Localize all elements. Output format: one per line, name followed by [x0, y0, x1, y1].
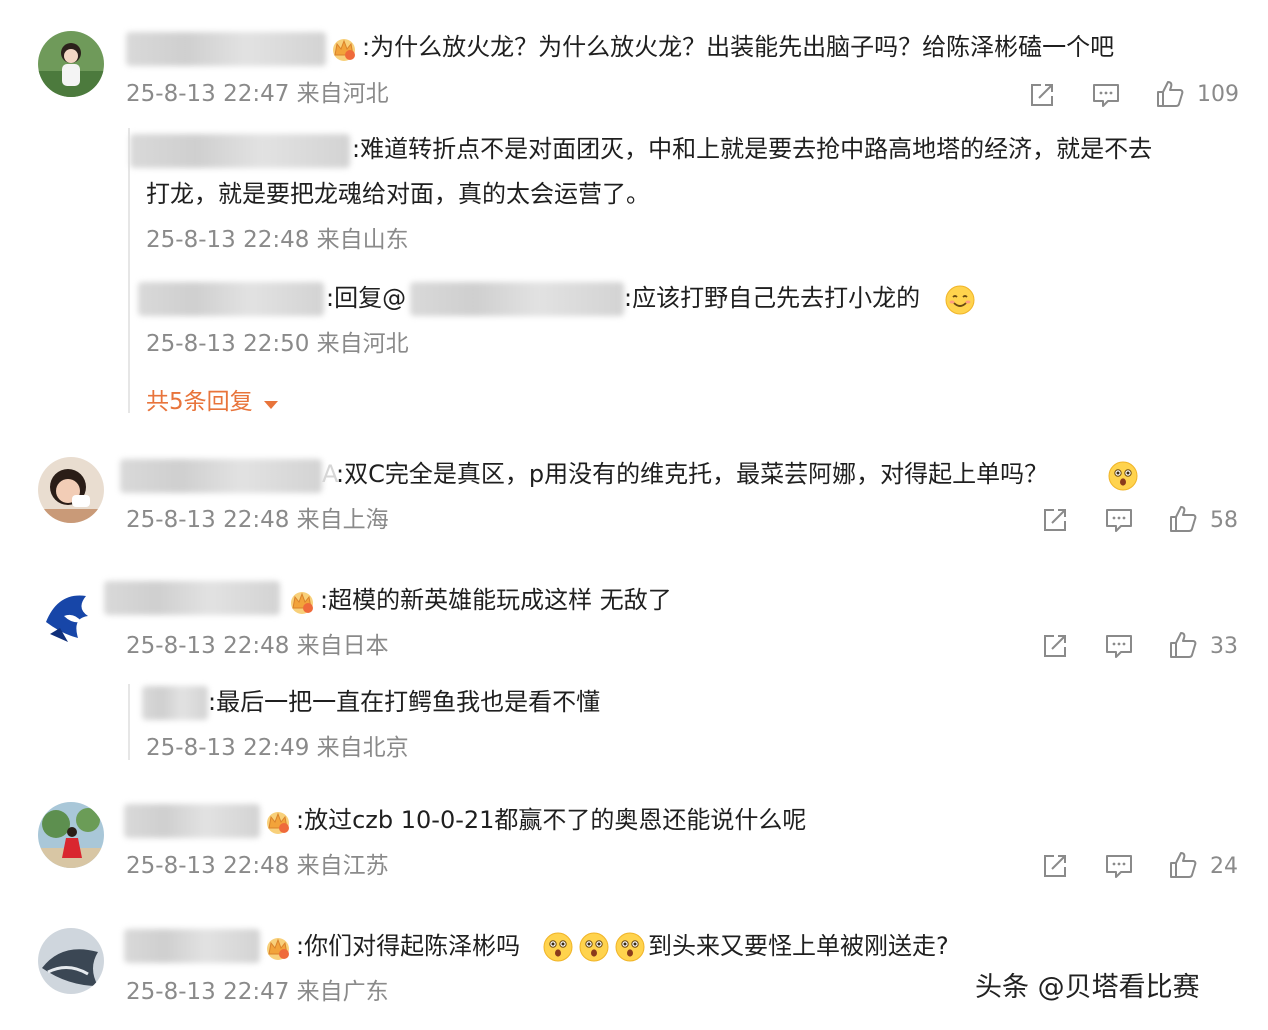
crown-icon [330, 35, 358, 63]
caret-down-icon [263, 400, 278, 409]
comment-text: :为什么放火龙？为什么放火龙？出装能先出脑子吗？给陈泽彬磕一个吧 [362, 33, 1115, 61]
reply-text: :难道转折点不是对面团灭，中和上就是要去抢中路高地塔的经济，就是不去 [352, 135, 1153, 163]
smile-emoji [944, 284, 976, 316]
surprised-emoji [542, 931, 574, 963]
comment-text: :双C完全是真区，p用没有的维克托，最菜芸阿娜，对得起上单吗？ [336, 460, 1049, 488]
crown-icon [264, 934, 292, 962]
surprised-emoji [614, 931, 646, 963]
like-count: 33 [1210, 634, 1238, 659]
reply-timestamp: 25-8-13 22:50 来自河北 [146, 331, 409, 357]
share-icon[interactable] [1027, 80, 1057, 110]
avatar[interactable] [38, 31, 104, 97]
like-count: 58 [1210, 508, 1238, 533]
avatar-image [38, 802, 104, 868]
reply-timestamp: 25-8-13 22:49 来自北京 [146, 735, 409, 761]
share-icon[interactable] [1040, 631, 1070, 661]
comment-icon[interactable] [1104, 631, 1134, 661]
timestamp-location: 25-8-13 22:48 来自江苏 [126, 853, 389, 879]
avatar-image [38, 457, 104, 523]
comment-1: :为什么放火龙？为什么放火龙？出装能先出脑子吗？给陈泽彬磕一个吧 25-8-13… [0, 0, 1268, 430]
surprised-emoji [578, 931, 610, 963]
mention-blurred[interactable] [410, 282, 624, 316]
reply-timestamp: 25-8-13 22:48 来自山东 [146, 227, 409, 253]
username-blurred[interactable] [126, 32, 326, 66]
crown-icon [264, 808, 292, 836]
crown-icon [288, 588, 316, 616]
thumbs-up-icon[interactable] [1168, 630, 1198, 660]
reply-username-blurred[interactable] [130, 134, 350, 168]
reply-text: :最后一把一直在打鳄鱼我也是看不懂 [208, 688, 601, 716]
more-replies-label: 共5条回复 [146, 389, 253, 415]
avatar-image [38, 582, 104, 648]
avatar[interactable] [38, 928, 104, 994]
avatar[interactable] [38, 582, 104, 648]
timestamp-location: 25-8-13 22:48 来自上海 [126, 507, 389, 533]
more-replies-link[interactable]: 共5条回复 [146, 387, 278, 417]
reply-divider [128, 684, 130, 760]
comment-5: :你们对得起陈泽彬吗 到头来又要怪上单被刚送走? 25-8-13 22:47 来… [0, 0, 1268, 1005]
share-icon[interactable] [1040, 851, 1070, 881]
username-blurred[interactable] [124, 804, 260, 838]
avatar-image [38, 928, 104, 994]
comment-text-continued: 到头来又要怪上单被刚送走? [648, 932, 949, 960]
comment-icon[interactable] [1091, 80, 1121, 110]
avatar[interactable] [38, 457, 104, 523]
avatar[interactable] [38, 802, 104, 868]
timestamp-location: 25-8-13 22:47 来自河北 [126, 81, 389, 107]
reply-username-blurred[interactable] [138, 282, 324, 316]
reply-divider [128, 128, 130, 413]
username-blurred[interactable] [124, 929, 260, 963]
reply-text: :应该打野自己先去打小龙的 [624, 284, 921, 312]
avatar-image [38, 31, 104, 97]
surprised-emoji [1107, 460, 1139, 492]
comment-text: :放过czb 10-0-21都赢不了的奥恩还能说什么呢 [296, 806, 807, 834]
thumbs-up-icon[interactable] [1155, 79, 1185, 109]
comment-icon[interactable] [1104, 505, 1134, 535]
thumbs-up-icon[interactable] [1168, 504, 1198, 534]
timestamp-location: 25-8-13 22:48 来自日本 [126, 633, 389, 659]
comment-icon[interactable] [1104, 851, 1134, 881]
watermark: 头条 @贝塔看比赛 [975, 972, 1200, 1003]
thumbs-up-icon[interactable] [1168, 850, 1198, 880]
reply-username-blurred[interactable] [142, 686, 208, 720]
like-count: 24 [1210, 854, 1238, 879]
username-blurred[interactable] [104, 581, 280, 615]
reply-prefix: :回复@ [326, 284, 407, 312]
username-blurred[interactable] [120, 459, 322, 493]
comment-text: :你们对得起陈泽彬吗 [296, 932, 521, 960]
timestamp-location: 25-8-13 22:47 来自广东 [126, 979, 389, 1005]
comment-text: :超模的新英雄能玩成这样 无敌了 [320, 586, 672, 614]
reply-text-continued: 打龙，就是要把龙魂给对面，真的太会运营了。 [146, 180, 650, 208]
share-icon[interactable] [1040, 505, 1070, 535]
like-count: 109 [1197, 82, 1239, 107]
